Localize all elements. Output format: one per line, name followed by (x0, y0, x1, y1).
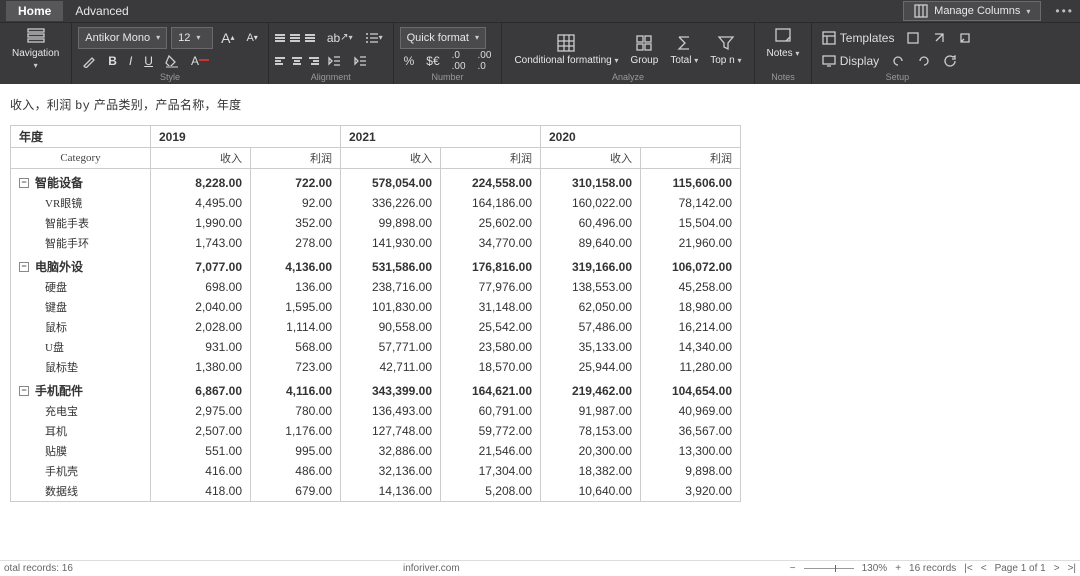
report-title: 收入，利润 by 产品类别，产品名称，年度 (0, 84, 1080, 125)
sigma-icon (674, 33, 694, 53)
data-row[interactable]: U盘931.00568.0057,771.0023,580.0035,133.0… (11, 337, 741, 357)
template-icon (822, 31, 836, 45)
increase-decimal-button[interactable]: .00.0 (474, 50, 496, 72)
records-label: 16 records (909, 563, 956, 574)
reset-icon[interactable] (954, 27, 976, 49)
tab-home[interactable]: Home (6, 1, 63, 21)
last-page-button[interactable]: >| (1068, 563, 1076, 574)
total-button[interactable]: Total ▾ (664, 26, 704, 72)
zoom-out-button[interactable]: − (790, 563, 796, 574)
year-header[interactable]: 年度 (11, 126, 151, 148)
undo-icon[interactable] (887, 50, 909, 72)
fill-color-button[interactable] (161, 50, 183, 72)
tab-strip: Home Advanced Manage Columns▾ ••• (0, 0, 1080, 22)
data-row[interactable]: 数据线418.00679.0014,136.005,208.0010,640.0… (11, 481, 741, 502)
brand-label: inforiver.com (73, 563, 790, 574)
display-button[interactable]: Display (818, 50, 883, 72)
setup-icon-1[interactable] (902, 27, 924, 49)
orientation-button[interactable]: ab↗▾ (323, 27, 357, 49)
ribbon: Home Advanced Manage Columns▾ ••• Naviga… (0, 0, 1080, 84)
data-row[interactable]: 鼠标2,028.001,114.0090,558.0025,542.0057,4… (11, 317, 741, 337)
quick-format-select[interactable]: Quick format▾ (400, 27, 486, 49)
data-row[interactable]: 智能手环1,743.00278.00141,930.0034,770.0089,… (11, 233, 741, 253)
collapse-icon[interactable]: − (19, 178, 29, 188)
group-icon (634, 33, 654, 53)
italic-button[interactable]: I (125, 50, 136, 72)
note-icon (773, 26, 793, 46)
col-2021[interactable]: 2021 (341, 126, 541, 148)
brush-icon[interactable] (78, 50, 100, 72)
decrease-font-button[interactable]: A▾ (242, 27, 261, 49)
align-grid-2[interactable] (275, 57, 319, 65)
refresh-icon[interactable] (939, 50, 961, 72)
zoom-label: 130% (862, 563, 888, 574)
more-icon[interactable]: ••• (1055, 4, 1074, 18)
total-records-label: otal records: 16 (4, 563, 73, 574)
conditional-formatting-button[interactable]: Conditional formatting ▾ (508, 26, 624, 72)
collapse-icon[interactable]: − (19, 262, 29, 272)
tab-advanced[interactable]: Advanced (63, 1, 140, 21)
zoom-in-button[interactable]: + (895, 563, 901, 574)
prev-page-button[interactable]: < (981, 563, 987, 574)
font-family-select[interactable]: Antikor Mono▾ (78, 27, 167, 49)
grid-icon (556, 33, 576, 53)
font-size-select[interactable]: 12▾ (171, 27, 213, 49)
underline-button[interactable]: U (140, 50, 157, 72)
currency-button[interactable]: $€ (422, 50, 443, 72)
data-row[interactable]: 充电宝2,975.00780.00136,493.0060,791.0091,9… (11, 401, 741, 421)
data-row[interactable]: 贴膜551.00995.0032,886.0021,546.0020,300.0… (11, 441, 741, 461)
data-row[interactable]: 鼠标垫1,380.00723.0042,711.0018,570.0025,94… (11, 357, 741, 377)
col-2019[interactable]: 2019 (151, 126, 341, 148)
data-row[interactable]: 耳机2,507.001,176.00127,748.0059,772.0078,… (11, 421, 741, 441)
topn-button[interactable]: Top n ▾ (704, 26, 747, 72)
data-row[interactable]: 键盘2,040.001,595.00101,830.0031,148.0062,… (11, 297, 741, 317)
align-grid[interactable] (275, 34, 319, 42)
decrease-indent-button[interactable] (323, 50, 345, 72)
category-header[interactable]: Category (11, 148, 151, 169)
data-row[interactable]: 智能手表1,990.00352.0099,898.0025,602.0060,4… (11, 213, 741, 233)
redo-icon[interactable] (913, 50, 935, 72)
page-label: Page 1 of 1 (995, 563, 1046, 574)
navigation-button[interactable]: Navigation▾ (6, 26, 65, 70)
increase-indent-button[interactable] (349, 50, 371, 72)
bold-button[interactable]: B (104, 50, 121, 72)
toolbar: Navigation▾ Antikor Mono▾ 12▾ A▴ A▾ B I … (0, 22, 1080, 84)
navigation-icon (26, 26, 46, 46)
category-row[interactable]: −智能设备8,228.00722.00578,054.00224,558.003… (11, 169, 741, 194)
data-row[interactable]: VR眼镜4,495.0092.00336,226.00164,186.00160… (11, 193, 741, 213)
notes-button[interactable]: Notes ▾ (761, 26, 806, 59)
col-2020[interactable]: 2020 (541, 126, 741, 148)
funnel-icon (716, 33, 736, 53)
manage-columns-button[interactable]: Manage Columns▾ (903, 1, 1041, 21)
bullets-button[interactable]: ▾ (361, 27, 387, 49)
zoom-slider[interactable] (804, 568, 854, 569)
decrease-decimal-button[interactable]: .0.00 (448, 50, 470, 72)
increase-font-button[interactable]: A▴ (217, 27, 238, 49)
next-page-button[interactable]: > (1054, 563, 1060, 574)
monitor-icon (822, 54, 836, 68)
export-icon[interactable] (928, 27, 950, 49)
status-bar: otal records: 16 inforiver.com − 130% + … (0, 560, 1080, 576)
collapse-icon[interactable]: − (19, 386, 29, 396)
templates-button[interactable]: Templates (818, 27, 898, 49)
category-row[interactable]: −电脑外设7,077.004,136.00531,586.00176,816.0… (11, 253, 741, 277)
group-button[interactable]: Group (625, 26, 665, 72)
category-row[interactable]: −手机配件6,867.004,116.00343,399.00164,621.0… (11, 377, 741, 401)
data-row[interactable]: 手机壳416.00486.0032,136.0017,304.0018,382.… (11, 461, 741, 481)
percent-button[interactable]: % (400, 50, 419, 72)
font-color-button[interactable]: A (187, 50, 213, 72)
columns-icon (914, 4, 928, 18)
first-page-button[interactable]: |< (964, 563, 972, 574)
data-grid: 年度 2019 2021 2020 Category 收入利润 收入利润 收入利… (0, 125, 1080, 502)
data-row[interactable]: 硬盘698.00136.00238,716.0077,976.00138,553… (11, 277, 741, 297)
